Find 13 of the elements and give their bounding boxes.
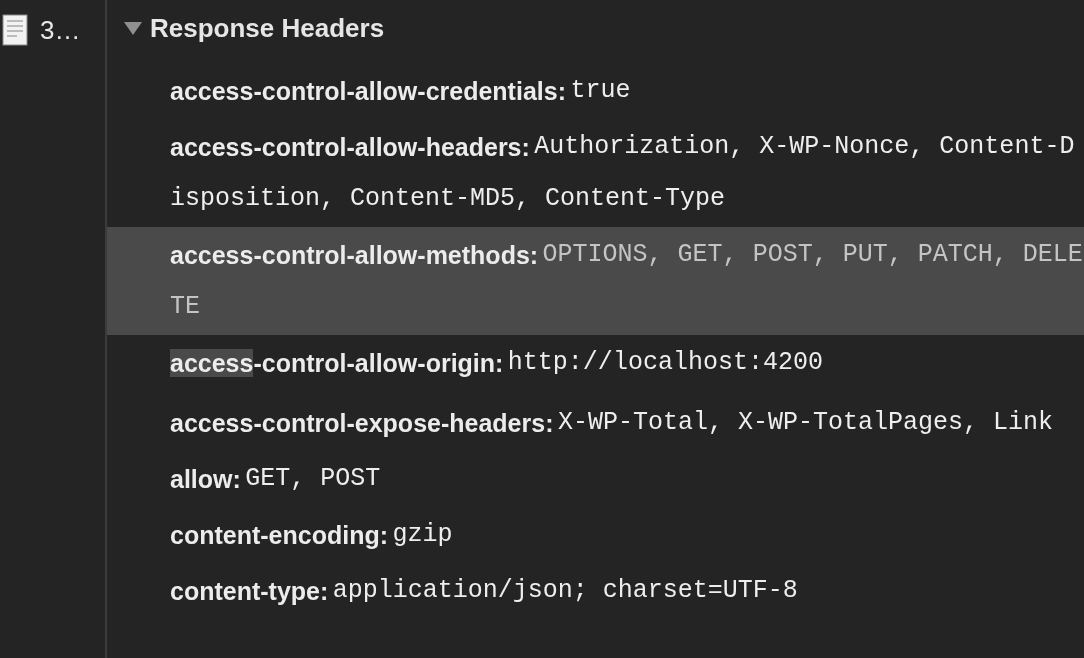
header-line: access-control-allow-origin: http://localhost:4200 <box>170 347 824 379</box>
header-line: access-control-allow-methods: OPTIONS, GET, POST, PUT, PATCH, DELETE <box>170 239 1084 323</box>
header-line: content-type: application/json; charset=UTF-8 <box>170 575 799 607</box>
header-line: allow: GET, POST <box>170 463 382 495</box>
sidebar-item[interactable]: 3… <box>0 0 105 46</box>
header-line: content-encoding: gzip <box>170 519 454 551</box>
search-highlight: access <box>170 349 254 377</box>
header-line: access-control-expose-headers: X-WP-Total, X-WP-TotalPages, Link <box>170 407 1055 439</box>
header-line: access-control-allow-headers: Authorization, X-WP-Nonce, Content-Disposition, Content-MD5, Content-Type <box>170 131 1076 215</box>
document-icon <box>2 14 28 46</box>
header-line: access-control-allow-credentials: true <box>170 75 632 107</box>
disclosure-triangle-icon[interactable] <box>124 21 142 35</box>
section-title[interactable]: Response Headers <box>150 10 385 46</box>
